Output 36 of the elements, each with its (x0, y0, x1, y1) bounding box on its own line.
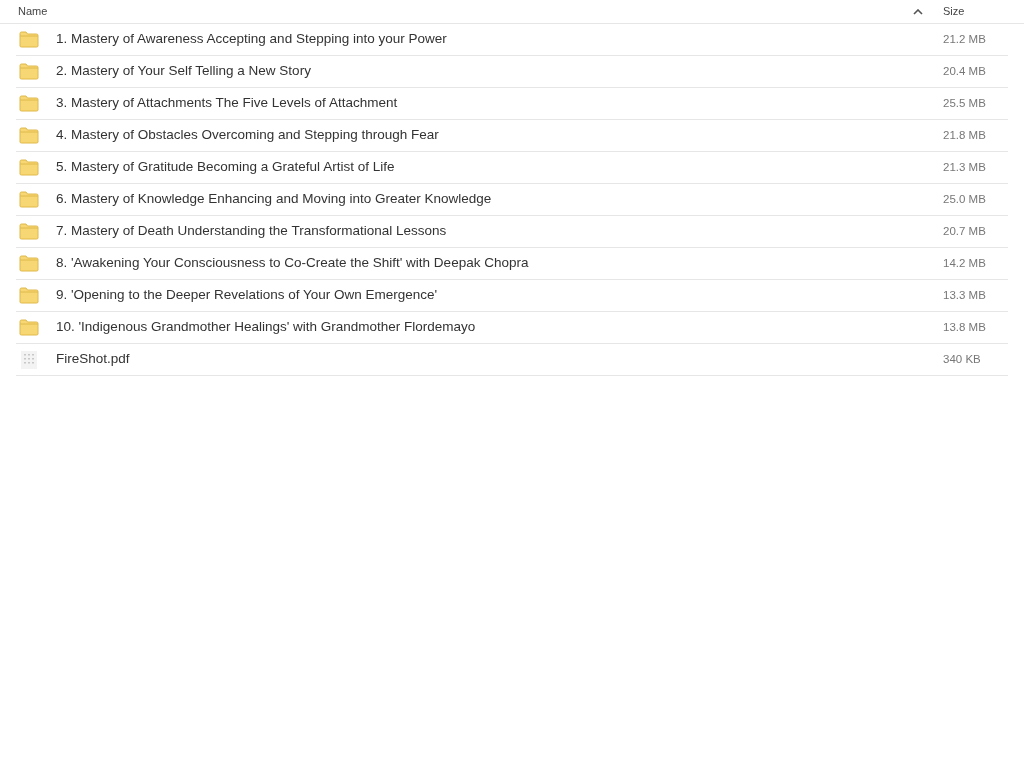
sort-caret-icon[interactable] (913, 8, 923, 15)
file-size: 21.3 MB (943, 159, 987, 175)
file-size: 20.7 MB (943, 223, 987, 239)
folder-icon (18, 95, 39, 112)
file-name[interactable]: FireShot.pdf (56, 349, 943, 370)
file-size: 25.0 MB (943, 191, 987, 207)
folder-icon (18, 223, 39, 240)
folder-icon (18, 255, 39, 272)
file-size: 13.8 MB (943, 319, 987, 335)
column-header[interactable]: Name (18, 3, 913, 20)
folder-icon (18, 159, 39, 176)
file-name[interactable]: 5. Mastery of Gratitude Becoming a Grateful Artist of Life (56, 157, 943, 178)
file-size: 340 KB (943, 351, 982, 367)
folder-icon (18, 287, 39, 304)
file-size: 21.8 MB (943, 127, 987, 143)
document-icon (19, 349, 38, 370)
file-name[interactable]: 6. Mastery of Knowledge Enhancing and Moving into Greater Knowledge (56, 189, 943, 210)
file-name[interactable]: 4. Mastery of Obstacles Overcoming and Stepping through Fear (56, 125, 943, 146)
column-header[interactable]: Size (943, 3, 1008, 20)
file-size: 20.4 MB (943, 63, 987, 79)
folder-icon (18, 127, 39, 144)
file-name[interactable]: 8. 'Awakening Your Consciousness to Co-Create the Shift' with Deepak Chopra (56, 253, 943, 274)
folder-icon (18, 191, 39, 208)
file-size: 25.5 MB (943, 95, 987, 111)
file-name[interactable]: 7. Mastery of Death Understanding the Transformational Lessons (56, 221, 943, 242)
file-name[interactable]: 3. Mastery of Attachments The Five Levels of Attachment (56, 93, 943, 114)
file-size: 14.2 MB (943, 255, 987, 271)
folder-icon (18, 31, 39, 48)
file-name[interactable]: 9. 'Opening to the Deeper Revelations of Your Own Emergence' (56, 285, 943, 306)
file-name[interactable]: 10. 'Indigenous Grandmother Healings' with Grandmother Flordemayo (56, 317, 943, 338)
folder-icon (18, 63, 39, 80)
file-size: 13.3 MB (943, 287, 987, 303)
folder-icon (18, 319, 39, 336)
file-name[interactable]: 2. Mastery of Your Self Telling a New Story (56, 61, 943, 82)
file-name[interactable]: 1. Mastery of Awareness Accepting and Stepping into your Power (56, 29, 943, 50)
file-size: 21.2 MB (943, 31, 987, 47)
